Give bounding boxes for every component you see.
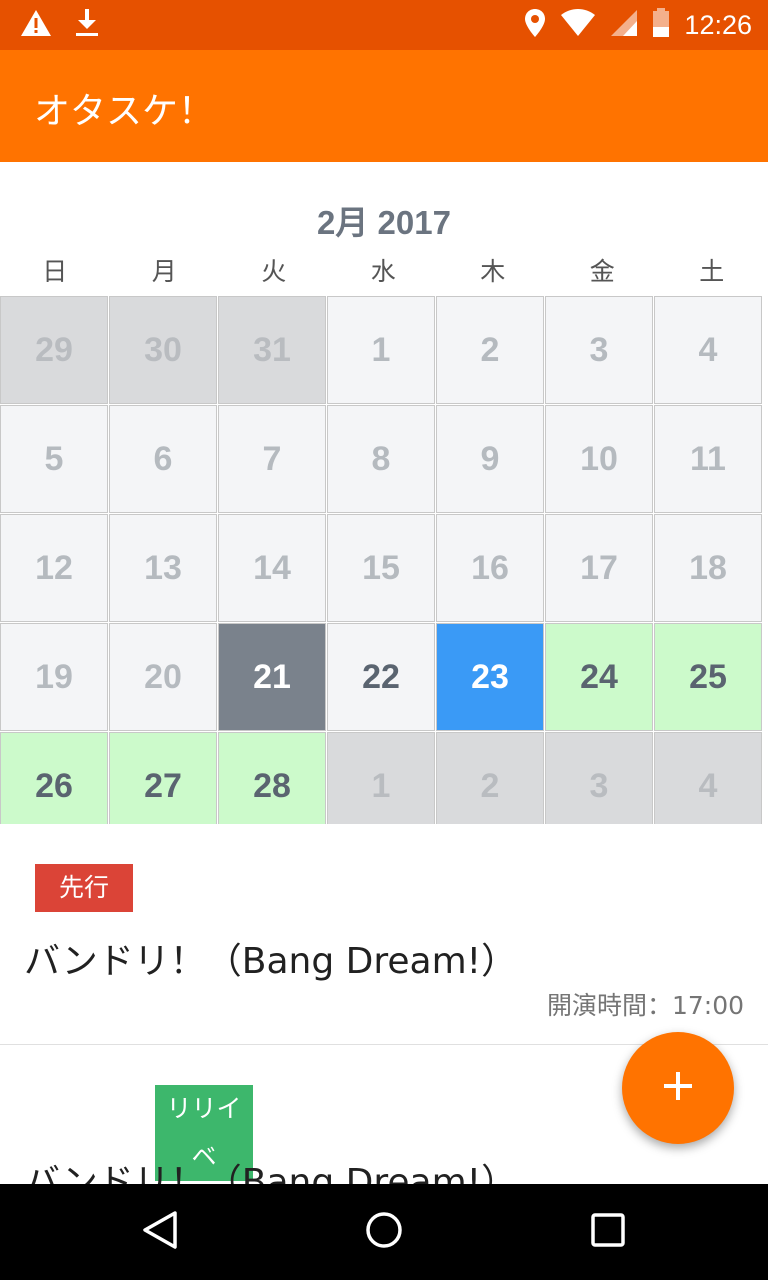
calendar-day-cell[interactable]: 6 (109, 405, 217, 513)
calendar-day-cell[interactable]: 2 (436, 732, 544, 824)
app-bar: オタスケ！ (0, 50, 768, 162)
home-button[interactable] (360, 1208, 408, 1256)
calendar-day-cell[interactable]: 1 (327, 732, 435, 824)
weekday-label: 木 (480, 257, 506, 286)
calendar-day-cell[interactable]: 23 (436, 623, 544, 731)
warning-icon (20, 9, 52, 41)
calendar-day-cell[interactable]: 18 (654, 514, 762, 622)
calendar-day-cell[interactable]: 25 (654, 623, 762, 731)
weekday-header: 日 月 火 水 木 金 土 (0, 250, 768, 294)
calendar-day-cell[interactable]: 8 (327, 405, 435, 513)
add-event-button[interactable] (622, 1032, 734, 1144)
signal-icon (610, 9, 638, 41)
calendar-day-cell[interactable]: 12 (0, 514, 108, 622)
calendar-day-cell[interactable]: 22 (327, 623, 435, 731)
calendar-grid: 29 30 31 1 2 3 4 5 6 7 8 9 10 11 12 13 14 15 16 17 18 19 20 21 2… (0, 296, 768, 824)
calendar-day-cell[interactable]: 13 (109, 514, 217, 622)
status-bar: 12:26 (0, 0, 768, 50)
calendar-month-title: 2月 2017 (317, 204, 451, 241)
calendar-day-cell[interactable]: 21 (218, 623, 326, 731)
back-icon (141, 1210, 179, 1254)
calendar-day-cell[interactable]: 28 (218, 732, 326, 824)
calendar-day-cell[interactable]: 4 (654, 732, 762, 824)
home-icon (364, 1210, 404, 1254)
location-icon (524, 8, 546, 42)
navigation-bar (0, 1184, 768, 1280)
calendar-day-cell[interactable]: 7 (218, 405, 326, 513)
calendar-day-cell[interactable]: 3 (545, 732, 653, 824)
calendar-day-cell[interactable]: 24 (545, 623, 653, 731)
event-time: 開演時間：17:00 (546, 991, 744, 1020)
plus-icon (662, 1070, 694, 1106)
event-title: バンドリ！（Bang Dream!） (24, 941, 518, 982)
wifi-icon (560, 9, 596, 41)
calendar-day-cell[interactable]: 14 (218, 514, 326, 622)
event-category-badge: 先行 (35, 864, 133, 912)
event-card[interactable]: 先行 バンドリ！（Bang Dream!） 開演時間：17:00 (0, 824, 768, 1045)
calendar-day-cell[interactable]: 1 (327, 296, 435, 404)
calendar-day-cell[interactable]: 26 (0, 732, 108, 824)
calendar-day-cell[interactable]: 20 (109, 623, 217, 731)
weekday-label: 月 (151, 257, 177, 286)
weekday-label: 日 (42, 257, 68, 286)
weekday-label: 水 (370, 257, 396, 286)
calendar-day-cell[interactable]: 15 (327, 514, 435, 622)
calendar-day-cell[interactable]: 19 (0, 623, 108, 731)
calendar-day-cell[interactable]: 17 (545, 514, 653, 622)
calendar-day-cell[interactable]: 3 (545, 296, 653, 404)
calendar-day-cell[interactable]: 5 (0, 405, 108, 513)
calendar-day-cell[interactable]: 9 (436, 405, 544, 513)
download-icon (74, 8, 100, 42)
calendar-day-cell[interactable]: 10 (545, 405, 653, 513)
weekday-label: 土 (699, 257, 725, 286)
calendar-day-cell[interactable]: 2 (436, 296, 544, 404)
calendar-day-cell[interactable]: 16 (436, 514, 544, 622)
calendar-day-cell[interactable]: 30 (109, 296, 217, 404)
weekday-label: 火 (261, 257, 287, 286)
calendar-day-cell[interactable]: 4 (654, 296, 762, 404)
calendar-day-cell[interactable]: 11 (654, 405, 762, 513)
battery-icon (652, 8, 670, 42)
clock: 12:26 (684, 9, 752, 40)
recents-icon (590, 1212, 626, 1252)
recents-button[interactable] (584, 1208, 632, 1256)
calendar-day-cell[interactable]: 31 (218, 296, 326, 404)
calendar-day-cell[interactable]: 27 (109, 732, 217, 824)
app-title: オタスケ！ (34, 91, 215, 132)
event-title: バンドリ！（Bang Dream!） (24, 1162, 518, 1184)
calendar-day-cell[interactable]: 29 (0, 296, 108, 404)
back-button[interactable] (136, 1208, 184, 1256)
weekday-label: 金 (589, 257, 615, 286)
